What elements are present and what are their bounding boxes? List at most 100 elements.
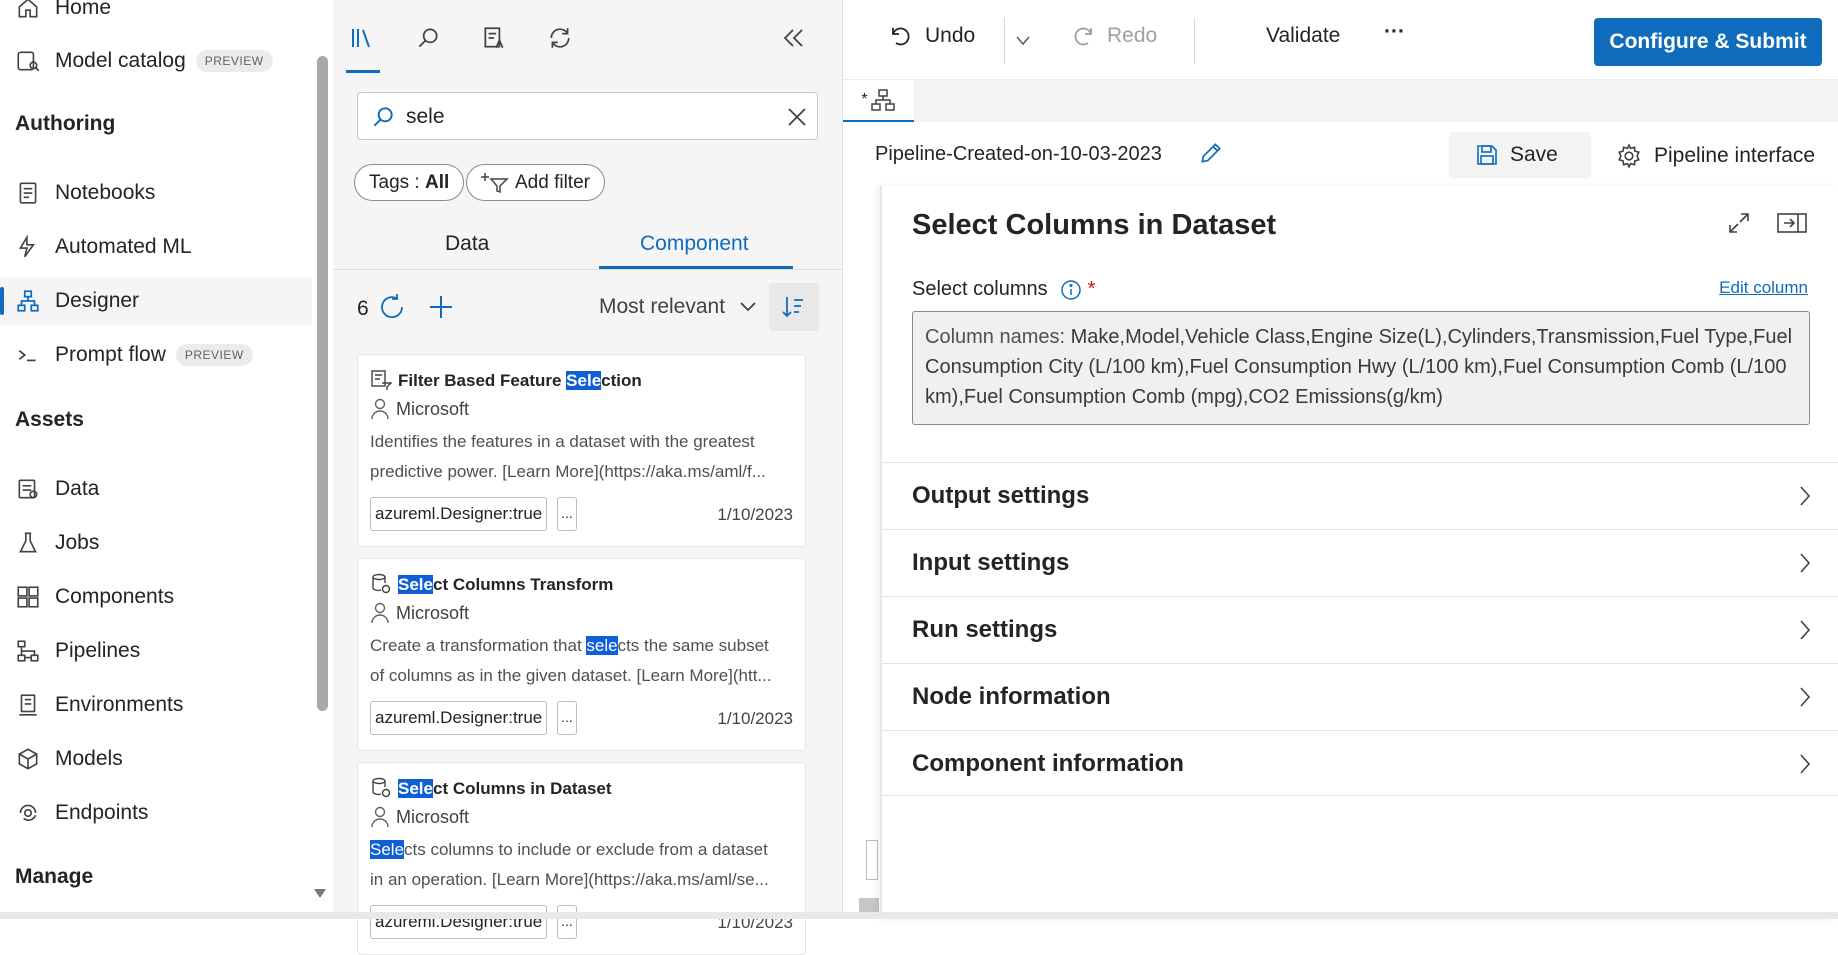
dock-panel-icon[interactable] xyxy=(1776,212,1808,234)
divider xyxy=(1004,18,1005,64)
card-tag[interactable]: azureml.Designer:true xyxy=(370,905,548,939)
components-icon xyxy=(17,586,39,608)
pipeline-icon xyxy=(17,640,39,662)
select-columns-label: Select columns * xyxy=(912,278,1095,301)
nav-item-notebooks[interactable]: Notebooks xyxy=(0,169,312,217)
pipeline-bar: Pipeline-Created-on-10-03-2023 Save Pipe… xyxy=(843,122,1838,186)
section-component-information[interactable]: Component information xyxy=(882,730,1838,796)
card-date: 1/10/2023 xyxy=(717,505,793,524)
nav-label-model-catalog: Model catalog PREVIEW xyxy=(55,49,273,73)
nav-item-jobs[interactable]: Jobs xyxy=(0,519,312,567)
clear-search-icon[interactable] xyxy=(786,106,808,128)
sort-direction-button[interactable] xyxy=(769,283,819,331)
redo-icon xyxy=(1074,27,1092,46)
section-run-settings[interactable]: Run settings xyxy=(882,596,1838,662)
validate-button[interactable]: Validate xyxy=(1266,24,1340,48)
tab-validation[interactable] xyxy=(474,18,514,58)
configure-submit-button[interactable]: Configure & Submit xyxy=(1594,18,1822,66)
search-highlight: Sele xyxy=(370,840,405,859)
card-tag[interactable]: azureml.Designer:true xyxy=(370,497,548,531)
pipeline-interface-button[interactable]: Pipeline interface xyxy=(1616,143,1815,169)
collapse-panel-button[interactable] xyxy=(773,18,813,58)
component-card[interactable]: Filter Based Feature Selection Microsoft… xyxy=(357,354,806,547)
chevron-down-icon[interactable] xyxy=(1015,35,1031,47)
tags-filter[interactable]: Tags : All xyxy=(354,164,465,201)
tab-data[interactable]: Data xyxy=(445,232,489,256)
redo-button[interactable]: Redo xyxy=(1071,24,1157,48)
save-button[interactable]: Save xyxy=(1449,132,1591,178)
canvas-hscroll-thumb[interactable] xyxy=(859,898,879,912)
card-tag[interactable]: azureml.Designer:true xyxy=(370,701,548,735)
nav-item-endpoints[interactable]: Endpoints xyxy=(0,789,312,837)
info-icon[interactable] xyxy=(1060,279,1082,301)
search-highlight: Sele xyxy=(566,371,602,390)
data-icon xyxy=(18,479,38,499)
designer-canvas-area: Undo Redo Validate ··· Configure & Submi… xyxy=(843,0,1838,919)
card-publisher: Microsoft xyxy=(396,807,470,827)
section-node-information[interactable]: Node information xyxy=(882,663,1838,729)
chevron-down-icon xyxy=(740,302,756,312)
pipeline-tab[interactable]: * xyxy=(843,80,914,122)
card-more-tags[interactable]: ... xyxy=(557,497,577,531)
nav-item-automated-ml[interactable]: Automated ML xyxy=(0,223,312,271)
nav-item-models[interactable]: Models xyxy=(0,735,312,783)
page-hscrollbar[interactable] xyxy=(0,912,1838,919)
document-check-icon xyxy=(484,27,504,49)
nav-item-data[interactable]: Data xyxy=(0,465,312,513)
column-names-box[interactable]: Column names: Make,Model,Vehicle Class,E… xyxy=(912,311,1810,425)
section-input-settings[interactable]: Input settings xyxy=(882,529,1838,595)
more-options-button[interactable]: ··· xyxy=(1384,20,1405,44)
prompt-icon xyxy=(18,349,36,362)
sort-dropdown[interactable]: Most relevant xyxy=(599,295,757,319)
undo-button[interactable]: Undo xyxy=(889,24,975,48)
nav-item-components[interactable]: Components xyxy=(0,573,312,621)
person-icon xyxy=(371,602,389,624)
edit-pencil-icon[interactable] xyxy=(1198,140,1224,166)
card-title: Select Columns Transform xyxy=(398,575,613,595)
expand-icon[interactable] xyxy=(1728,212,1750,234)
card-title-part: ction xyxy=(601,371,642,390)
nav-item-model-catalog[interactable]: Model catalog PREVIEW xyxy=(0,37,312,85)
scroll-down-icon[interactable] xyxy=(313,887,327,899)
nav-item-environments[interactable]: Environments xyxy=(0,681,312,729)
pipeline-interface-label: Pipeline interface xyxy=(1654,144,1816,167)
add-icon[interactable] xyxy=(427,293,455,321)
result-count: 6 xyxy=(357,297,369,320)
search-query: sele xyxy=(406,105,445,128)
section-title: Output settings xyxy=(912,482,1090,509)
nav-item-designer[interactable]: Designer xyxy=(0,277,312,325)
detail-title: Select Columns in Dataset xyxy=(912,209,1277,241)
nav-item-home[interactable]: Home xyxy=(0,0,312,32)
redo-label: Redo xyxy=(1107,24,1158,47)
card-description: Identifies the features in a dataset wit… xyxy=(370,427,800,487)
section-output-settings[interactable]: Output settings xyxy=(882,462,1838,528)
nav-item-prompt-flow[interactable]: Prompt flow PREVIEW xyxy=(0,331,312,379)
component-card[interactable]: Select Columns Transform Microsoft Creat… xyxy=(357,558,806,751)
nav-label-jobs: Jobs xyxy=(55,531,100,554)
nav-label-endpoints: Endpoints xyxy=(55,801,149,824)
tab-component[interactable]: Component xyxy=(640,232,749,256)
canvas-mini-control[interactable] xyxy=(866,840,878,880)
component-card[interactable]: Select Columns in Dataset Microsoft Sele… xyxy=(357,762,806,955)
nav-label-models: Models xyxy=(55,747,123,770)
tab-refresh[interactable] xyxy=(540,18,580,58)
nav-label-notebooks: Notebooks xyxy=(55,181,156,204)
tab-search[interactable] xyxy=(408,18,448,58)
card-more-tags[interactable]: ... xyxy=(557,701,577,735)
edit-column-link[interactable]: Edit column xyxy=(1719,278,1808,298)
search-input[interactable]: sele xyxy=(357,92,818,140)
nav-scrollbar-thumb[interactable] xyxy=(317,56,328,711)
nav-item-pipelines[interactable]: Pipelines xyxy=(0,627,312,675)
component-gear-icon xyxy=(372,573,391,594)
validate-label: Validate xyxy=(1266,24,1341,47)
refresh-icon[interactable] xyxy=(377,292,407,322)
prompt-flow-text: Prompt flow xyxy=(55,343,166,366)
search-highlight: sele xyxy=(586,636,618,655)
nav-label-home: Home xyxy=(55,0,112,19)
nav-label-designer: Designer xyxy=(55,289,140,312)
card-more-tags[interactable]: ... xyxy=(557,905,577,939)
card-publisher: Microsoft xyxy=(396,603,470,623)
chevron-right-icon xyxy=(1800,486,1811,506)
add-filter-button[interactable]: Add filter xyxy=(466,164,605,201)
tab-asset-library[interactable] xyxy=(343,18,383,58)
